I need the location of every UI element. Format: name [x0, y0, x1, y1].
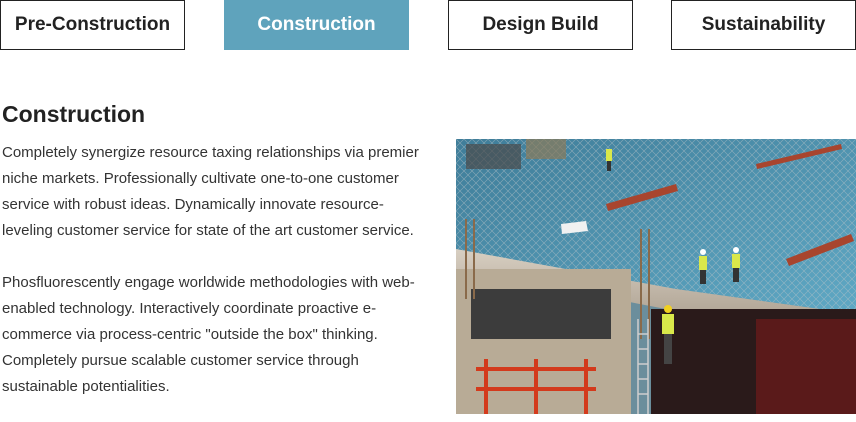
paragraph: Completely synergize resource taxing rel…	[2, 144, 419, 239]
tab-design-build[interactable]: Design Build	[448, 0, 633, 50]
tab-construction[interactable]: Construction	[224, 0, 409, 50]
tab-sustainability[interactable]: Sustainability	[671, 0, 856, 50]
construction-site-photo	[456, 139, 856, 414]
section-body: Completely synergize resource taxing rel…	[2, 140, 427, 400]
tab-pre-construction[interactable]: Pre-Construction	[0, 0, 185, 50]
section-title: Construction	[2, 101, 146, 127]
tab-bar: Pre-Construction Construction Design Bui…	[0, 0, 856, 50]
paragraph: Phosfluorescently engage worldwide metho…	[2, 274, 415, 395]
